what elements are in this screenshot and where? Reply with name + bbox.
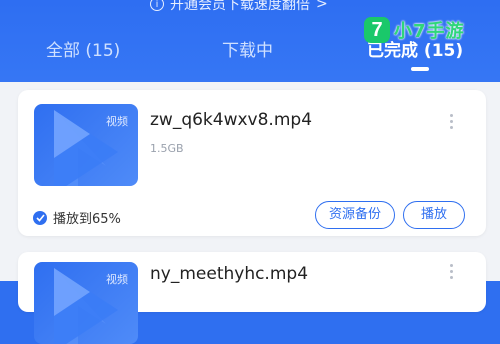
- vip-promo-text: 开通会员下载速度翻倍: [170, 0, 310, 13]
- file-name: zw_q6k4wxv8.mp4: [150, 110, 313, 130]
- download-list: 视频 zw_q6k4wxv8.mp4 1.5GB 播放到65% 资源备份 播放 …: [0, 82, 500, 344]
- tab-all[interactable]: 全部 (15): [46, 36, 120, 61]
- active-tab-indicator: [411, 67, 429, 71]
- video-thumbnail[interactable]: 视频: [34, 262, 138, 344]
- video-thumbnail[interactable]: 视频: [34, 104, 138, 186]
- vip-promo-banner[interactable]: i 开通会员下载速度翻倍 >: [150, 0, 328, 14]
- info-icon: i: [150, 0, 164, 11]
- check-circle-icon: [33, 210, 47, 225]
- video-type-badge: 视频: [106, 273, 128, 286]
- download-item[interactable]: 视频 ny_meethyhc.mp4: [18, 252, 486, 344]
- chevron-right-icon: >: [316, 0, 328, 12]
- more-options-icon[interactable]: [448, 264, 454, 279]
- download-item[interactable]: 视频 zw_q6k4wxv8.mp4 1.5GB 播放到65% 资源备份 播放: [18, 90, 486, 236]
- play-button[interactable]: 播放: [403, 201, 465, 229]
- site-logo: 7 小7手游: [364, 17, 465, 43]
- more-options-icon[interactable]: [448, 114, 454, 129]
- file-name: ny_meethyhc.mp4: [150, 264, 309, 284]
- file-size: 1.5GB: [150, 142, 184, 155]
- play-progress-text: 播放到65%: [53, 212, 121, 227]
- logo-badge: 7: [364, 17, 390, 43]
- video-type-badge: 视频: [106, 115, 128, 128]
- logo-text: 小7手游: [394, 21, 465, 42]
- backup-button[interactable]: 资源备份: [315, 201, 395, 229]
- play-progress: 播放到65%: [33, 208, 121, 227]
- tab-downloading[interactable]: 下载中: [222, 36, 273, 61]
